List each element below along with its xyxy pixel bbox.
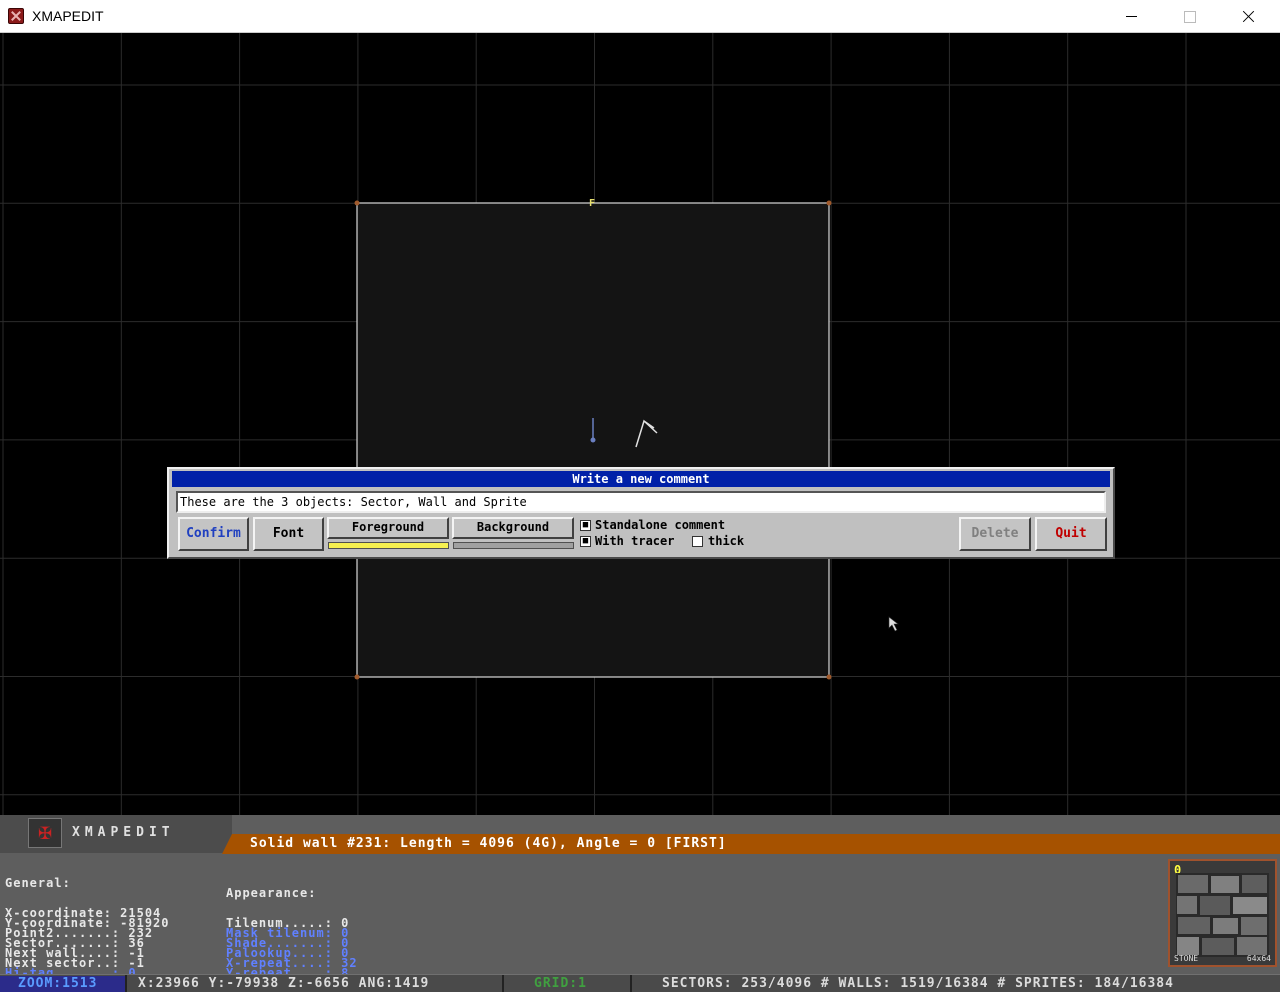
comment-input[interactable] bbox=[176, 491, 1106, 513]
vertex bbox=[826, 200, 832, 206]
object-status-text: Solid wall #231: Length = 4096 (4G), Ang… bbox=[250, 836, 727, 851]
tile-preview[interactable]: 0 STONE 64x64 bbox=[1168, 859, 1277, 967]
first-wall-marker: F bbox=[589, 198, 595, 209]
sprite bbox=[590, 437, 596, 443]
info-panel: ✠ XMAPEDIT Solid wall #231: Length = 409… bbox=[0, 815, 1280, 992]
comment-dialog: Write a new comment Confirm Font Foregro… bbox=[167, 467, 1115, 559]
map-counts-readout: SECTORS: 253/4096 # WALLS: 1519/16384 # … bbox=[662, 976, 1174, 991]
window-title: XMAPEDIT bbox=[32, 8, 104, 24]
zoom-readout: ZOOM:1513 bbox=[0, 976, 125, 992]
minimize-button[interactable] bbox=[1103, 0, 1161, 33]
status-divider bbox=[630, 975, 632, 992]
thick-label: thick bbox=[708, 534, 745, 548]
status-divider bbox=[502, 975, 504, 992]
logo-icon: ✠ bbox=[28, 818, 62, 848]
general-section: General: X-coordinate: 21504 Y-coordinate… bbox=[5, 858, 170, 992]
appearance-header: Appearance: bbox=[226, 886, 317, 900]
general-header: General: bbox=[5, 876, 71, 890]
coordinates-readout: X:23966 Y:-79938 Z:-6656 ANG:1419 bbox=[138, 976, 430, 991]
grid-readout: GRID:1 bbox=[534, 976, 587, 991]
status-strip-edge bbox=[222, 834, 232, 854]
title-bar: XMAPEDIT bbox=[0, 0, 1280, 33]
close-button[interactable] bbox=[1220, 0, 1278, 33]
vertex bbox=[354, 200, 360, 206]
tracer-label: With tracer bbox=[595, 534, 675, 548]
background-color-swatch bbox=[453, 542, 574, 549]
confirm-button[interactable]: Confirm bbox=[178, 517, 249, 551]
vertex bbox=[354, 674, 360, 680]
maximize-button[interactable] bbox=[1161, 0, 1219, 33]
logo-text: XMAPEDIT bbox=[72, 825, 175, 840]
tile-size: 64x64 bbox=[1246, 954, 1271, 963]
background-button[interactable]: Background bbox=[452, 517, 574, 539]
standalone-checkbox[interactable]: ■ bbox=[580, 520, 591, 531]
quit-button[interactable]: Quit bbox=[1035, 517, 1107, 551]
mouse-cursor-icon bbox=[888, 616, 899, 632]
foreground-color-swatch bbox=[328, 542, 449, 549]
status-bar: ZOOM:1513 X:23966 Y:-79938 Z:-6656 ANG:1… bbox=[0, 974, 1280, 992]
tile-name: STONE bbox=[1174, 954, 1199, 963]
status-divider bbox=[125, 975, 127, 992]
thick-checkbox[interactable] bbox=[692, 536, 703, 547]
tracer-checkbox[interactable]: ■ bbox=[580, 536, 591, 547]
logo: ✠ XMAPEDIT bbox=[0, 815, 232, 853]
stone-texture bbox=[1176, 873, 1269, 957]
dialog-title: Write a new comment bbox=[172, 471, 1110, 487]
standalone-label: Standalone comment bbox=[595, 518, 726, 532]
app-icon bbox=[8, 8, 24, 24]
vertex bbox=[826, 674, 832, 680]
map-view[interactable]: F bbox=[0, 33, 1280, 815]
delete-button[interactable]: Delete bbox=[959, 517, 1031, 551]
map-canvas[interactable]: F bbox=[0, 33, 1280, 815]
foreground-button[interactable]: Foreground bbox=[327, 517, 449, 539]
font-button[interactable]: Font bbox=[253, 517, 324, 551]
